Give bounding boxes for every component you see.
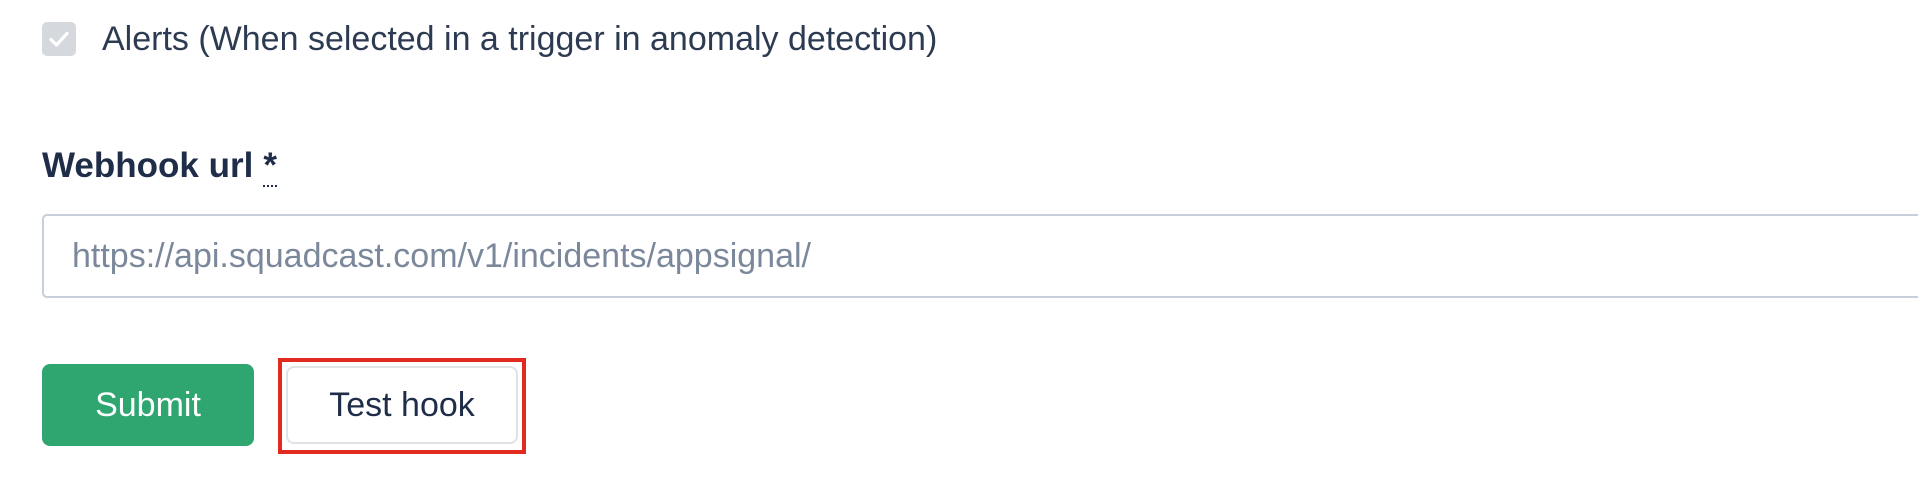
webhook-url-input[interactable]: [42, 214, 1918, 298]
alerts-checkbox-label: Alerts (When selected in a trigger in an…: [102, 20, 938, 58]
webhook-url-label: Webhook url *: [42, 146, 277, 187]
required-marker: *: [263, 146, 277, 187]
alerts-checkbox-row: Alerts (When selected in a trigger in an…: [42, 22, 937, 56]
checkmark-icon: [49, 31, 69, 47]
webhook-url-label-text: Webhook url: [42, 146, 254, 185]
test-hook-button[interactable]: Test hook: [286, 366, 518, 444]
submit-button[interactable]: Submit: [42, 364, 254, 446]
alerts-checkbox[interactable]: [42, 22, 76, 56]
